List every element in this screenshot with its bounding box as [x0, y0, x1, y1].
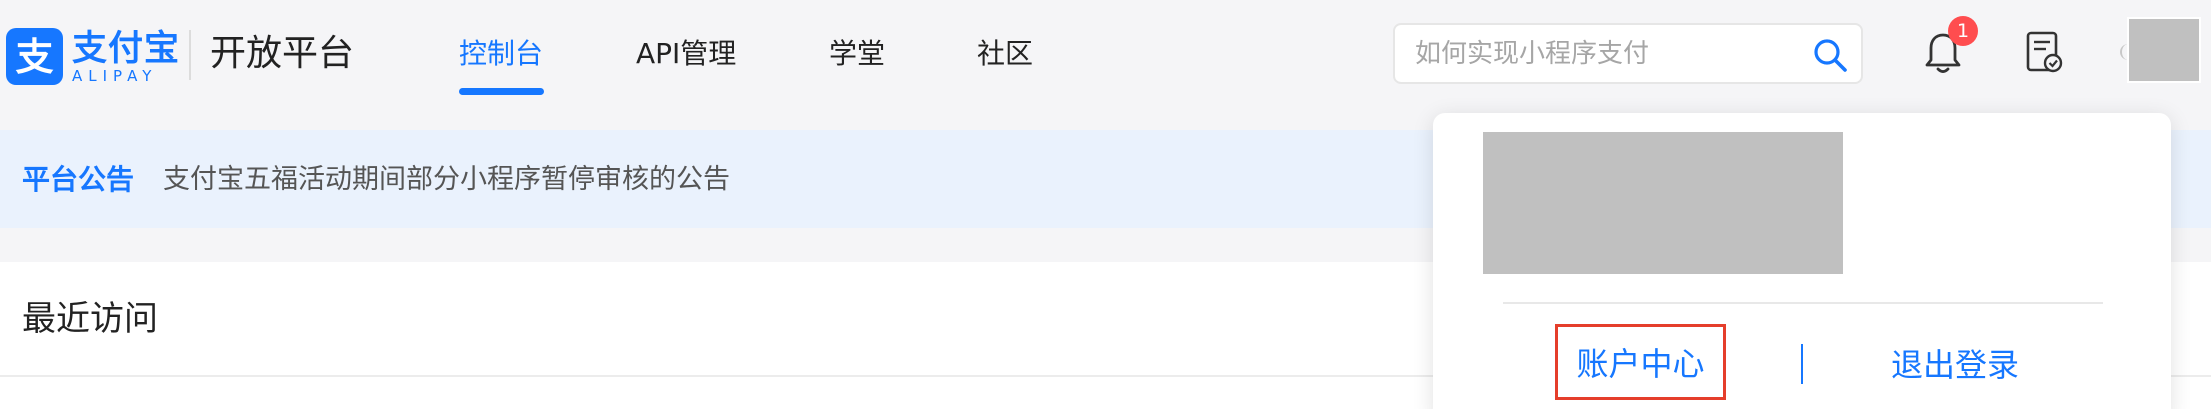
- nav-tab-community[interactable]: 社区: [977, 34, 1033, 74]
- search-input[interactable]: [1415, 35, 1775, 73]
- avatar[interactable]: [2127, 17, 2201, 83]
- platform-name: 开放平台: [210, 33, 355, 74]
- account-info-image: [1483, 132, 1843, 274]
- dropdown-separator: [1801, 344, 1803, 384]
- nav-tab-academy[interactable]: 学堂: [829, 34, 885, 74]
- notification-badge: 1: [1948, 16, 1978, 46]
- logo-en-text: ALIPAY: [72, 66, 158, 85]
- top-navbar: 支 支付宝 ALIPAY 开放平台 控制台 API管理 学堂 社区 1: [0, 0, 2211, 112]
- alipay-logo-text: 支付宝 ALIPAY: [72, 30, 180, 84]
- page: 支 支付宝 ALIPAY 开放平台 控制台 API管理 学堂 社区 1: [0, 0, 2211, 409]
- dropdown-divider: [1503, 302, 2103, 304]
- search-box: [1393, 23, 1863, 84]
- logo-cn-text: 支付宝: [72, 28, 181, 69]
- logout-button[interactable]: 退出登录: [1891, 343, 2019, 387]
- nav-tab-api-management[interactable]: API管理: [636, 34, 736, 74]
- document-check-icon[interactable]: [2025, 30, 2063, 74]
- alipay-logo-mark: 支: [6, 28, 63, 85]
- account-dropdown: 账户中心 退出登录: [1433, 113, 2171, 409]
- announcement-title: 平台公告: [22, 163, 135, 196]
- announcement-link[interactable]: 支付宝五福活动期间部分小程序暂停审核的公告: [163, 160, 730, 200]
- nav-tab-console[interactable]: 控制台: [459, 34, 543, 74]
- search-icon[interactable]: [1811, 36, 1849, 74]
- recent-visits-title: 最近访问: [22, 299, 158, 339]
- account-center-button[interactable]: 账户中心: [1555, 324, 1726, 400]
- alipay-logo[interactable]: 支 支付宝 ALIPAY: [6, 28, 180, 85]
- alipay-logo-glyph: 支: [15, 34, 54, 79]
- logo-divider: [189, 30, 191, 80]
- nav-active-indicator: [459, 88, 544, 95]
